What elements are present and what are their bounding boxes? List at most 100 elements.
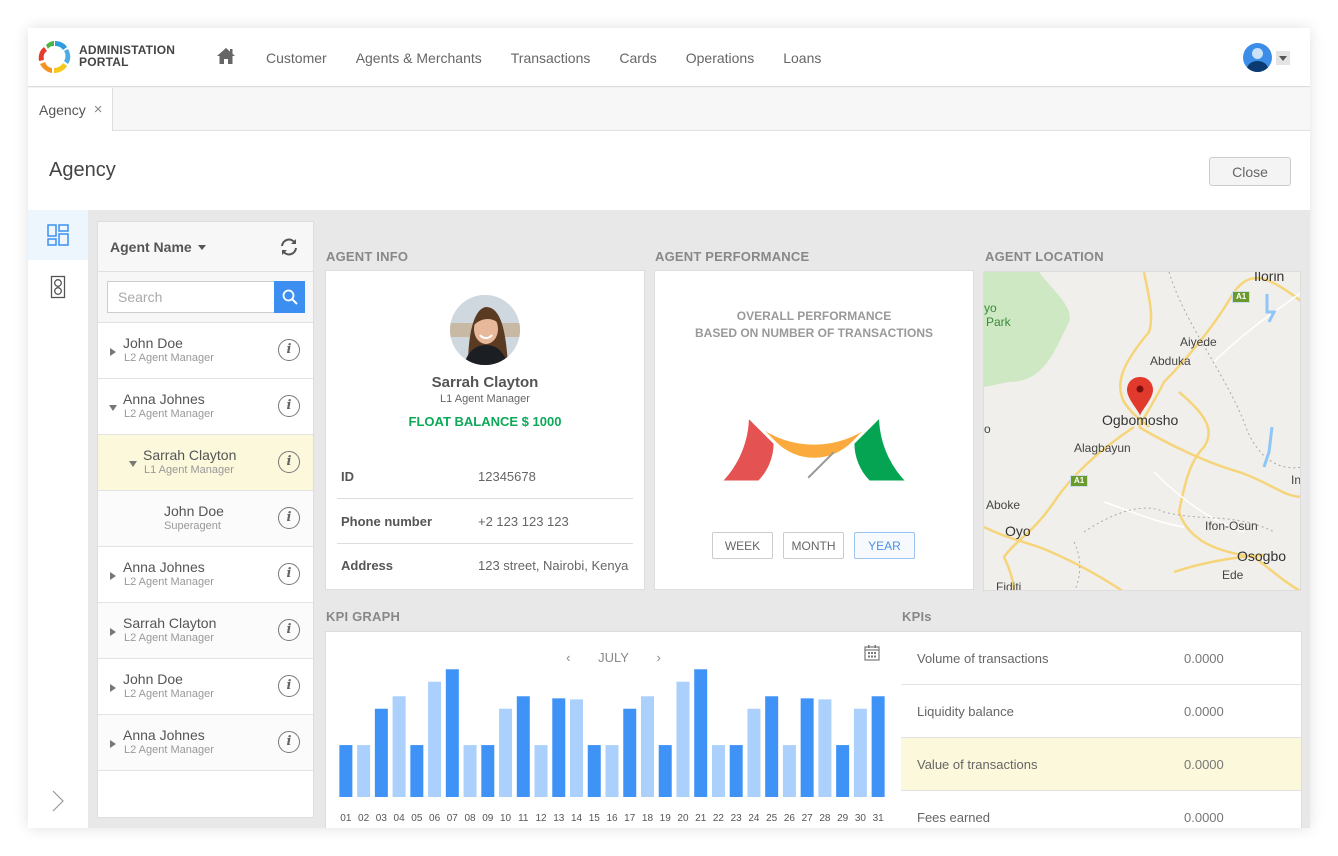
agent-name: Anna Johnes — [123, 727, 205, 743]
map-label-abduka: Abduka — [1150, 354, 1191, 368]
collapse-caret-icon[interactable] — [109, 405, 117, 411]
collapse-caret-icon[interactable] — [129, 461, 137, 467]
agent-role: L1 Agent Manager — [440, 393, 530, 405]
x-tick-label: 10 — [500, 813, 512, 822]
gauge-segment-high — [851, 411, 909, 484]
expand-caret-icon[interactable] — [110, 740, 116, 748]
agent-search-input[interactable] — [107, 281, 275, 313]
kpi-graph-label: KPI GRAPH — [326, 609, 401, 624]
rail-item-device[interactable] — [28, 262, 88, 312]
map-label-o: o — [984, 422, 991, 436]
kpi-label: Liquidity balance — [917, 704, 1014, 719]
field-value: +2 123 123 123 — [478, 514, 569, 529]
x-tick-label: 01 — [340, 813, 352, 822]
x-tick-label: 26 — [784, 813, 796, 822]
agent-row[interactable]: John Doe Superagent i — [98, 491, 313, 547]
close-tab-icon[interactable]: × — [94, 101, 103, 118]
user-avatar[interactable] — [1243, 43, 1272, 72]
close-button[interactable]: Close — [1209, 157, 1291, 186]
calendar-icon[interactable] — [864, 644, 880, 661]
expand-caret-icon[interactable] — [110, 684, 116, 692]
info-icon[interactable]: i — [278, 563, 300, 585]
bar-day-11 — [516, 696, 530, 797]
kpi-row-value[interactable]: Value of transactions 0.0000 — [901, 738, 1301, 791]
x-tick-label: 19 — [660, 813, 672, 822]
user-menu-dropdown-icon[interactable] — [1276, 51, 1290, 65]
app-window: ADMINISTATION PORTAL Customer Agents & M… — [28, 28, 1310, 828]
bar-day-08 — [463, 745, 477, 797]
nav-transactions[interactable]: Transactions — [511, 50, 591, 66]
bar-day-07 — [445, 669, 459, 797]
refresh-icon[interactable] — [278, 236, 300, 258]
x-tick-label: 21 — [695, 813, 707, 822]
nav-customer[interactable]: Customer — [266, 50, 327, 66]
info-icon[interactable]: i — [278, 395, 300, 417]
agent-performance-card: OVERALL PERFORMANCE BASED ON NUMBER OF T… — [654, 270, 974, 590]
expand-rail-chevron-icon[interactable] — [49, 789, 67, 813]
nav-loans[interactable]: Loans — [783, 50, 821, 66]
x-tick-label: 02 — [358, 813, 370, 822]
agent-row[interactable]: Anna Johnes L2 Agent Manager i — [98, 715, 313, 771]
tab-agency[interactable]: Agency × — [28, 88, 113, 131]
info-icon[interactable]: i — [278, 451, 300, 473]
x-tick-label: 12 — [535, 813, 547, 822]
agent-location-map[interactable]: Ilorin yo Park Aiyede Abduka Ogbomosho A… — [983, 271, 1301, 591]
x-tick-label: 20 — [677, 813, 689, 822]
bar-day-15 — [587, 745, 601, 797]
road-badge-a1: A1 — [1232, 291, 1251, 303]
agent-row[interactable]: Anna Johnes L2 Agent Manager i — [98, 547, 313, 603]
user-torso-shape — [1247, 61, 1268, 72]
x-tick-label: 28 — [819, 813, 831, 822]
period-month-button[interactable]: MONTH — [783, 532, 844, 559]
map-label-park-1: yo — [984, 301, 997, 315]
info-icon[interactable]: i — [278, 675, 300, 697]
expand-caret-icon[interactable] — [110, 572, 116, 580]
sort-by-agent-name-dropdown[interactable]: Agent Name — [110, 239, 206, 255]
map-label-park-2: Park — [986, 315, 1011, 329]
x-tick-label: 03 — [376, 813, 388, 822]
content-area: Agent Name John D — [28, 210, 1310, 828]
page-title: Agency — [49, 159, 116, 181]
nav-operations[interactable]: Operations — [686, 50, 754, 66]
bar-day-18 — [640, 696, 654, 797]
nav-cards[interactable]: Cards — [619, 50, 656, 66]
bar-day-05 — [410, 745, 424, 797]
nav-agents-merchants[interactable]: Agents & Merchants — [356, 50, 482, 66]
bar-day-06 — [428, 681, 442, 797]
period-week-button[interactable]: WEEK — [712, 532, 773, 559]
expand-caret-icon[interactable] — [110, 348, 116, 356]
search-button[interactable] — [274, 281, 305, 313]
agent-name: John Doe — [123, 671, 183, 687]
bar-day-29 — [836, 745, 850, 797]
x-tick-label: 27 — [802, 813, 814, 822]
rail-item-dashboard[interactable] — [28, 210, 88, 260]
kpi-row-fees: Fees earned 0.0000 — [901, 791, 1301, 828]
info-icon[interactable]: i — [278, 619, 300, 641]
agent-row[interactable]: John Doe L2 Agent Manager i — [98, 323, 313, 379]
kpi-value: 0.0000 — [1184, 704, 1224, 719]
agent-role: L2 Agent Manager — [124, 744, 214, 756]
period-year-button[interactable]: YEAR — [854, 532, 915, 559]
map-label-ede: Ede — [1222, 568, 1244, 582]
kpi-value: 0.0000 — [1184, 651, 1224, 666]
expand-caret-icon[interactable] — [110, 628, 116, 636]
info-icon[interactable]: i — [278, 339, 300, 361]
brand-name: ADMINISTATION PORTAL — [79, 44, 175, 68]
x-tick-label: 09 — [482, 813, 494, 822]
search-icon — [282, 289, 298, 305]
agent-row[interactable]: Sarrah Clayton L2 Agent Manager i — [98, 603, 313, 659]
x-tick-label: 29 — [837, 813, 849, 822]
agent-row-selected[interactable]: Sarrah Clayton L1 Agent Manager i — [98, 435, 313, 491]
x-tick-label: 22 — [713, 813, 725, 822]
info-icon[interactable]: i — [278, 507, 300, 529]
kpi-row-liquidity: Liquidity balance 0.0000 — [901, 685, 1301, 738]
agent-name: Sarrah Clayton — [431, 374, 539, 391]
agent-row[interactable]: Anna Johnes L2 Agent Manager i — [98, 379, 313, 435]
agent-role: L2 Agent Manager — [124, 576, 214, 588]
kpi-row-volume: Volume of transactions 0.0000 — [901, 632, 1301, 685]
agent-row[interactable]: John Doe L2 Agent Manager i — [98, 659, 313, 715]
info-icon[interactable]: i — [278, 731, 300, 753]
x-tick-label: 23 — [731, 813, 743, 822]
home-icon[interactable] — [216, 47, 236, 65]
agent-info-card: Sarrah Clayton L1 Agent Manager FLOAT BA… — [325, 270, 645, 590]
